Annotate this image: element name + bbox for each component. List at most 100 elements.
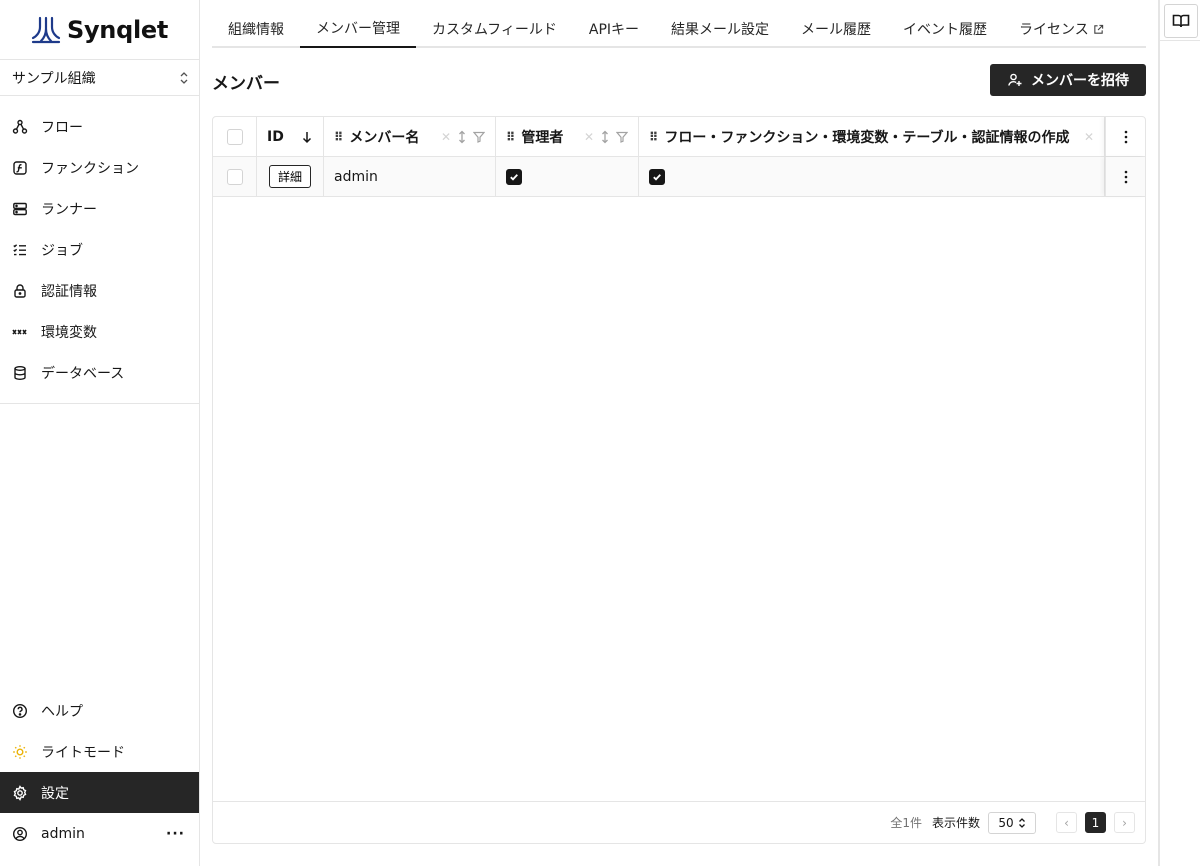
column-header-id[interactable]: ID: [257, 117, 324, 156]
user-more-icon[interactable]: ···: [166, 826, 185, 842]
drag-handle-icon[interactable]: ⠿: [649, 130, 658, 144]
column-label: ID: [267, 128, 284, 145]
sidebar-item-label: データベース: [41, 365, 125, 382]
clear-icon[interactable]: ✕: [1084, 130, 1094, 144]
sidebar-item-job[interactable]: ジョブ: [0, 229, 199, 270]
more-vertical-icon[interactable]: [1124, 170, 1128, 184]
tab-result-mail[interactable]: 結果メール設定: [655, 10, 785, 48]
sort-desc-icon[interactable]: [301, 130, 313, 144]
members-table: ID ⠿ メンバー名 ✕ ⠿ 管理者 ✕ ⠿ フロー・ファンクション・環境変数・…: [212, 116, 1146, 844]
row-select-checkbox[interactable]: [226, 168, 243, 185]
sidebar: フロー ファンクション ランナー ジョブ 認証情報 環境変数 データベース Sy…: [0, 0, 200, 866]
row-menu-cell[interactable]: [1105, 157, 1145, 196]
settings-tabs: 組織情報 メンバー管理 カスタムフィールド APIキー 結果メール設定 メール履…: [212, 10, 1146, 48]
theme-toggle[interactable]: ライトモード: [0, 731, 199, 772]
org-name: サンプル組織: [12, 70, 96, 87]
function-icon: [13, 160, 27, 175]
page-1-button[interactable]: 1: [1085, 812, 1106, 833]
help-label: ヘルプ: [41, 703, 83, 720]
database-icon: [14, 365, 26, 380]
tab-license[interactable]: ライセンス: [1003, 10, 1120, 48]
book-open-icon: [1172, 14, 1190, 28]
row-select-cell: [213, 157, 257, 196]
gear-icon: [13, 784, 27, 801]
drag-handle-icon[interactable]: ⠿: [334, 130, 343, 144]
org-selector[interactable]: サンプル組織: [0, 60, 199, 96]
column-menu-cell[interactable]: [1105, 117, 1145, 156]
prev-page-button[interactable]: ‹: [1056, 812, 1077, 833]
user-menu[interactable]: admin ···: [0, 813, 199, 854]
filter-icon[interactable]: [473, 131, 485, 143]
tab-org-info[interactable]: 組織情報: [212, 10, 300, 48]
sort-icon[interactable]: [457, 130, 467, 144]
sidebar-item-credentials[interactable]: 認証情報: [0, 270, 199, 311]
invite-member-button[interactable]: メンバーを招待: [990, 64, 1146, 96]
select-all-checkbox[interactable]: [226, 128, 243, 145]
column-header-name[interactable]: ⠿ メンバー名 ✕: [324, 117, 496, 156]
synqlet-logo-icon: [31, 16, 61, 43]
column-label: メンバー名: [349, 129, 420, 146]
page-size-value: 50: [998, 815, 1014, 830]
tab-mail-history[interactable]: メール履歴: [785, 10, 887, 48]
right-rail: [1158, 0, 1200, 866]
table-header-row: ID ⠿ メンバー名 ✕ ⠿ 管理者 ✕ ⠿ フロー・ファンクション・環境変数・…: [213, 117, 1145, 157]
tab-members[interactable]: メンバー管理: [300, 10, 416, 48]
rail-divider: [1160, 40, 1200, 41]
sidebar-item-runner[interactable]: ランナー: [0, 188, 199, 229]
tab-custom-fields[interactable]: カスタムフィールド: [416, 10, 573, 48]
sort-icon[interactable]: [600, 130, 610, 144]
sidebar-item-label: ジョブ: [41, 242, 83, 259]
select-all-cell: [213, 117, 257, 156]
sidebar-item-label: 環境変数: [41, 324, 97, 341]
sidebar-item-database[interactable]: データベース: [0, 352, 199, 393]
external-link-icon: [1094, 24, 1103, 34]
tab-api-keys[interactable]: APIキー: [573, 10, 655, 48]
chevron-up-down-icon: [1018, 817, 1025, 828]
sidebar-item-label: 認証情報: [41, 283, 97, 300]
user-name: admin: [41, 825, 85, 842]
user-circle-icon: [12, 826, 28, 841]
sidebar-item-label: ファンクション: [41, 160, 139, 177]
lock-icon: [14, 283, 26, 298]
docs-button[interactable]: [1164, 4, 1198, 38]
sidebar-item-function[interactable]: ファンクション: [0, 147, 199, 188]
table-row: 詳細 admin: [213, 157, 1145, 197]
column-header-admin[interactable]: ⠿ 管理者 ✕: [496, 117, 639, 156]
sidebar-bottom-nav: ヘルプ ライトモード 設定 admin ···: [0, 690, 199, 854]
detail-button[interactable]: 詳細: [268, 165, 311, 188]
page-size-select[interactable]: 50: [988, 811, 1036, 834]
member-name-cell: admin: [324, 157, 496, 196]
app-logo[interactable]: Synqlet: [0, 0, 199, 60]
column-header-create-permission[interactable]: ⠿ フロー・ファンクション・環境変数・テーブル・認証情報の作成 ✕: [639, 117, 1105, 156]
tab-event-history[interactable]: イベント履歴: [887, 10, 1003, 48]
pagination: 全1件 表示件数 50 ‹ 1 ›: [213, 801, 1145, 843]
more-vertical-icon[interactable]: [1124, 130, 1128, 144]
check-icon: [653, 173, 661, 181]
variable-icon: [12, 329, 27, 334]
admin-cell: [496, 157, 639, 196]
checklist-icon: [13, 243, 26, 255]
column-label: 管理者: [521, 129, 564, 146]
sidebar-item-flow[interactable]: フロー: [0, 106, 199, 147]
total-count: 全1件: [890, 816, 922, 830]
check-icon: [510, 173, 518, 181]
theme-label: ライトモード: [41, 744, 125, 761]
tab-license-label: ライセンス: [1019, 22, 1089, 38]
sidebar-item-env-vars[interactable]: 環境変数: [0, 311, 199, 352]
sidebar-item-settings[interactable]: 設定: [0, 772, 199, 813]
next-page-button[interactable]: ›: [1114, 812, 1135, 833]
help-icon: [12, 703, 28, 718]
column-label: フロー・ファンクション・環境変数・テーブル・認証情報の作成: [664, 129, 1070, 146]
user-plus-icon: [1008, 73, 1022, 86]
clear-icon[interactable]: ✕: [441, 130, 451, 144]
filter-icon[interactable]: [616, 131, 628, 143]
member-name: admin: [334, 168, 378, 185]
create-permission-cell: [639, 157, 1105, 196]
create-permission-checkbox[interactable]: [649, 168, 665, 185]
main-content: 組織情報 メンバー管理 カスタムフィールド APIキー 結果メール設定 メール履…: [200, 0, 1158, 866]
clear-icon[interactable]: ✕: [584, 130, 594, 144]
admin-checkbox[interactable]: [506, 168, 522, 185]
drag-handle-icon[interactable]: ⠿: [506, 130, 515, 144]
help-item[interactable]: ヘルプ: [0, 690, 199, 731]
invite-label: メンバーを招待: [1031, 73, 1129, 89]
